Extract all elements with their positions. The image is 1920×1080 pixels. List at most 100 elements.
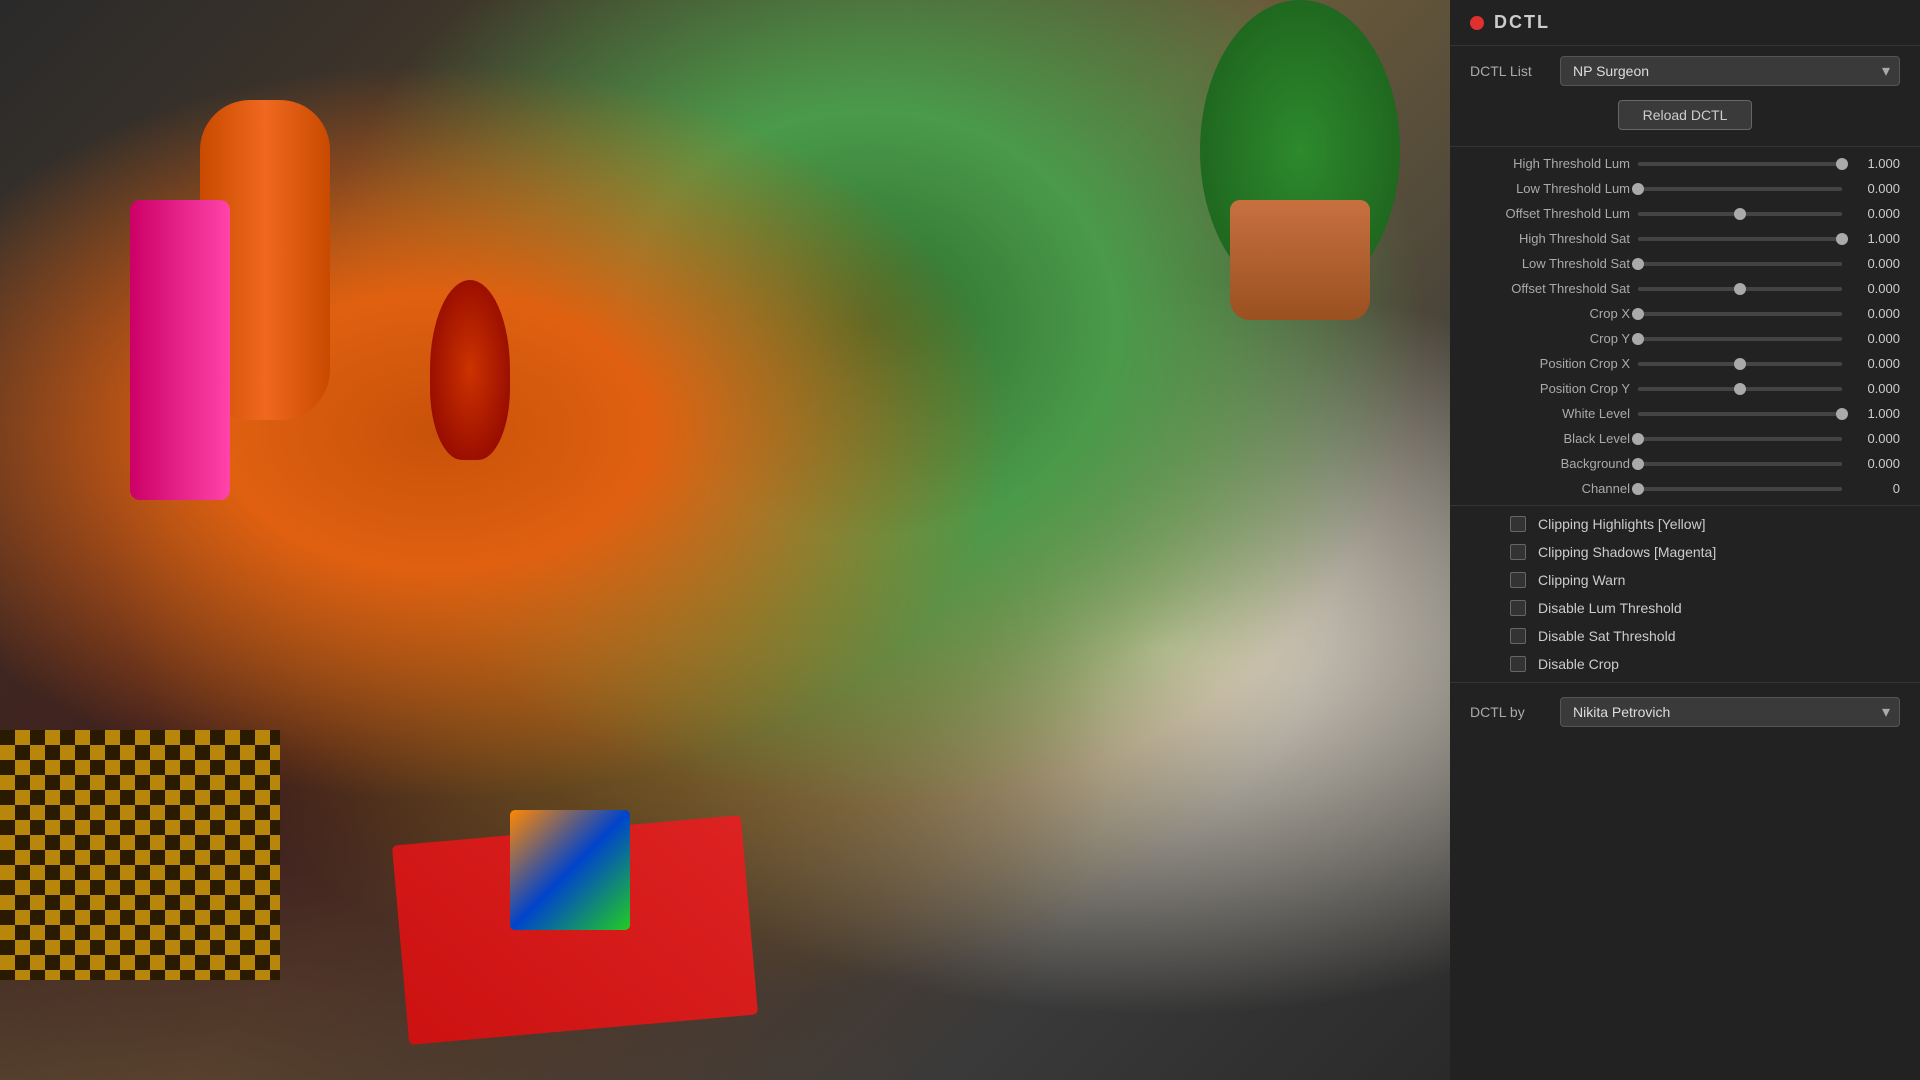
checkbox-label-disable-lum-threshold: Disable Lum Threshold (1538, 600, 1682, 616)
slider-thumb-channel[interactable] (1632, 483, 1644, 495)
checkbox-clipping-warn[interactable] (1510, 572, 1526, 588)
status-dot (1470, 16, 1484, 30)
sidebar-panel: DCTL DCTL List NP Surgeon Reload DCTL Hi… (1450, 0, 1920, 1080)
param-label-low-threshold-lum: Low Threshold Lum (1470, 181, 1630, 196)
divider-2 (1450, 505, 1920, 506)
dctl-by-row: DCTL by Nikita Petrovich (1450, 687, 1920, 737)
checkboxes-container: Clipping Highlights [Yellow] Clipping Sha… (1450, 510, 1920, 678)
param-row-low-threshold-sat: Low Threshold Sat 0.000 (1450, 251, 1920, 276)
slider-thumb-high-threshold-sat[interactable] (1836, 233, 1848, 245)
checkbox-disable-sat-threshold[interactable] (1510, 628, 1526, 644)
checkbox-label-disable-sat-threshold: Disable Sat Threshold (1538, 628, 1675, 644)
slider-channel[interactable] (1638, 487, 1842, 491)
param-value-offset-threshold-sat: 0.000 (1850, 281, 1900, 296)
rubiks-cube (510, 810, 630, 930)
checkbox-row-clipping-shadows-magenta: Clipping Shadows [Magenta] (1450, 538, 1920, 566)
slider-crop-y[interactable] (1638, 337, 1842, 341)
param-value-black-level: 0.000 (1850, 431, 1900, 446)
dctl-by-label: DCTL by (1470, 704, 1550, 720)
param-row-high-threshold-lum: High Threshold Lum 1.000 (1450, 151, 1920, 176)
checkbox-disable-lum-threshold[interactable] (1510, 600, 1526, 616)
param-value-position-crop-y: 0.000 (1850, 381, 1900, 396)
slider-high-threshold-lum[interactable] (1638, 162, 1842, 166)
preview-image (0, 0, 1450, 1080)
param-row-crop-x: Crop X 0.000 (1450, 301, 1920, 326)
dctl-list-label: DCTL List (1470, 63, 1550, 79)
slider-white-level[interactable] (1638, 412, 1842, 416)
param-value-background: 0.000 (1850, 456, 1900, 471)
checkbox-disable-crop[interactable] (1510, 656, 1526, 672)
checkbox-label-clipping-highlights-yellow: Clipping Highlights [Yellow] (1538, 516, 1706, 532)
param-value-crop-y: 0.000 (1850, 331, 1900, 346)
param-row-crop-y: Crop Y 0.000 (1450, 326, 1920, 351)
param-value-white-level: 1.000 (1850, 406, 1900, 421)
slider-thumb-white-level[interactable] (1836, 408, 1848, 420)
dctl-list-select[interactable]: NP Surgeon (1560, 56, 1900, 86)
slider-thumb-black-level[interactable] (1632, 433, 1644, 445)
slider-thumb-low-threshold-lum[interactable] (1632, 183, 1644, 195)
slider-thumb-offset-threshold-sat[interactable] (1734, 283, 1746, 295)
header-bar: DCTL (1450, 0, 1920, 46)
slider-low-threshold-lum[interactable] (1638, 187, 1842, 191)
slider-thumb-position-crop-x[interactable] (1734, 358, 1746, 370)
checkbox-row-disable-lum-threshold: Disable Lum Threshold (1450, 594, 1920, 622)
param-row-offset-threshold-lum: Offset Threshold Lum0.000 (1450, 201, 1920, 226)
reload-dctl-button[interactable]: Reload DCTL (1618, 100, 1753, 130)
dctl-list-select-wrapper[interactable]: NP Surgeon (1560, 56, 1900, 86)
slider-thumb-crop-y[interactable] (1632, 333, 1644, 345)
slider-position-crop-x[interactable] (1638, 362, 1842, 366)
slider-crop-x[interactable] (1638, 312, 1842, 316)
param-label-offset-threshold-lum: Offset Threshold Lum (1470, 206, 1630, 221)
checkbox-label-clipping-warn: Clipping Warn (1538, 572, 1625, 588)
checkbox-clipping-shadows-magenta[interactable] (1510, 544, 1526, 560)
param-label-channel: Channel (1470, 481, 1630, 496)
slider-offset-threshold-lum[interactable] (1638, 212, 1842, 216)
param-label-offset-threshold-sat: Offset Threshold Sat (1470, 281, 1630, 296)
slider-thumb-high-threshold-lum[interactable] (1836, 158, 1848, 170)
slider-low-threshold-sat[interactable] (1638, 262, 1842, 266)
slider-black-level[interactable] (1638, 437, 1842, 441)
reload-btn-row: Reload DCTL (1450, 96, 1920, 142)
slider-thumb-offset-threshold-lum[interactable] (1734, 208, 1746, 220)
slider-thumb-background[interactable] (1632, 458, 1644, 470)
param-row-high-threshold-sat: High Threshold Sat1.000 (1450, 226, 1920, 251)
slider-background[interactable] (1638, 462, 1842, 466)
param-label-crop-y: Crop Y (1470, 331, 1630, 346)
dctl-by-select[interactable]: Nikita Petrovich (1560, 697, 1900, 727)
param-value-position-crop-x: 0.000 (1850, 356, 1900, 371)
param-row-background: Background 0.000 (1450, 451, 1920, 476)
checkbox-label-clipping-shadows-magenta: Clipping Shadows [Magenta] (1538, 544, 1716, 560)
checkbox-row-clipping-warn: Clipping Warn (1450, 566, 1920, 594)
param-label-high-threshold-lum: High Threshold Lum (1470, 156, 1630, 171)
slider-thumb-position-crop-y[interactable] (1734, 383, 1746, 395)
param-row-low-threshold-lum: Low Threshold Lum 0.000 (1450, 176, 1920, 201)
checkbox-label-disable-crop: Disable Crop (1538, 656, 1619, 672)
slider-thumb-crop-x[interactable] (1632, 308, 1644, 320)
param-row-position-crop-y: Position Crop Y 0.000 (1450, 376, 1920, 401)
slider-position-crop-y[interactable] (1638, 387, 1842, 391)
param-row-white-level: White Level1.000 (1450, 401, 1920, 426)
param-label-crop-x: Crop X (1470, 306, 1630, 321)
slider-thumb-low-threshold-sat[interactable] (1632, 258, 1644, 270)
param-value-low-threshold-sat: 0.000 (1850, 256, 1900, 271)
slider-high-threshold-sat[interactable] (1638, 237, 1842, 241)
param-label-position-crop-y: Position Crop Y (1470, 381, 1630, 396)
slider-offset-threshold-sat[interactable] (1638, 287, 1842, 291)
checkbox-clipping-highlights-yellow[interactable] (1510, 516, 1526, 532)
param-value-high-threshold-lum: 1.000 (1850, 156, 1900, 171)
param-label-position-crop-x: Position Crop X (1470, 356, 1630, 371)
param-value-low-threshold-lum: 0.000 (1850, 181, 1900, 196)
param-row-position-crop-x: Position Crop X 0.000 (1450, 351, 1920, 376)
param-row-offset-threshold-sat: Offset Threshold Sat 0.000 (1450, 276, 1920, 301)
dctl-list-row: DCTL List NP Surgeon (1450, 46, 1920, 96)
param-label-low-threshold-sat: Low Threshold Sat (1470, 256, 1630, 271)
preview-panel (0, 0, 1450, 1080)
param-value-crop-x: 0.000 (1850, 306, 1900, 321)
checkbox-row-disable-sat-threshold: Disable Sat Threshold (1450, 622, 1920, 650)
checkbox-row-clipping-highlights-yellow: Clipping Highlights [Yellow] (1450, 510, 1920, 538)
params-container: High Threshold Lum 1.000 Low Threshold Lum… (1450, 151, 1920, 501)
dctl-by-select-wrapper[interactable]: Nikita Petrovich (1560, 697, 1900, 727)
param-label-background: Background (1470, 456, 1630, 471)
param-row-channel: Channel0 (1450, 476, 1920, 501)
param-label-black-level: Black Level (1470, 431, 1630, 446)
